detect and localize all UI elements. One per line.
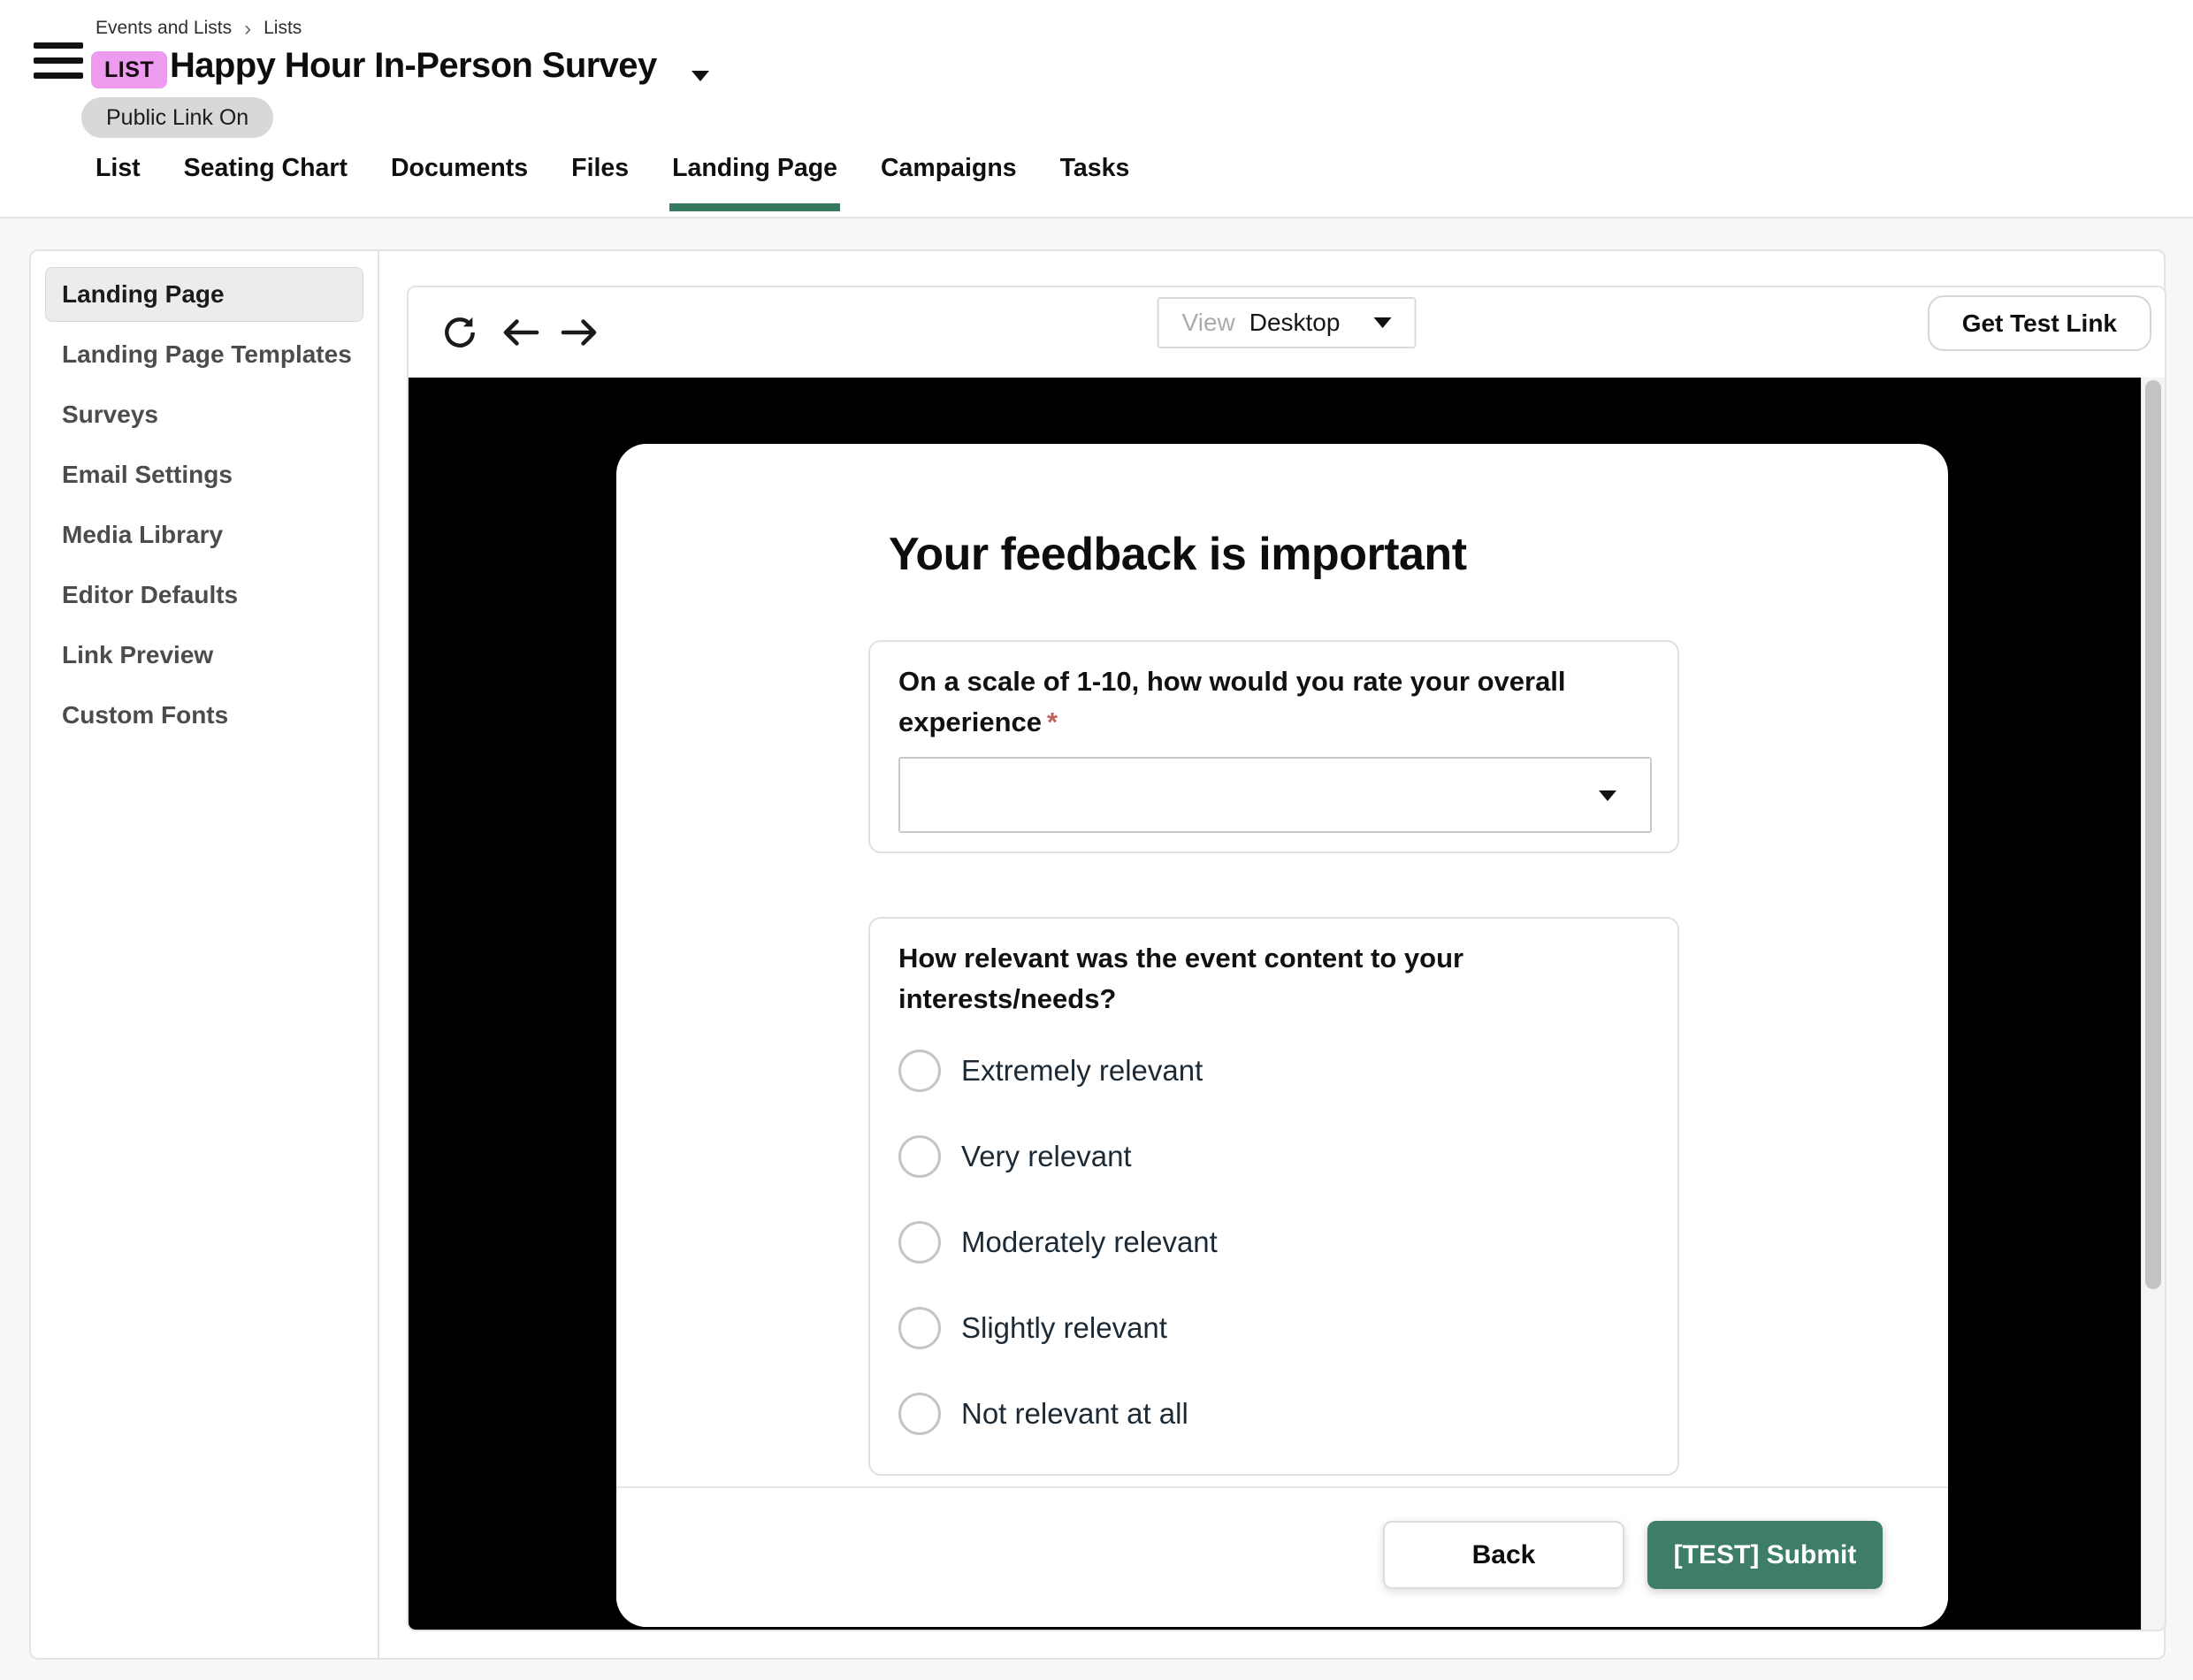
radio-circle-icon[interactable]: [898, 1135, 941, 1178]
question-relevance-title: How relevant was the event content to yo…: [898, 938, 1482, 1019]
sidebar-item-landing-page-templates[interactable]: Landing Page Templates: [45, 327, 363, 382]
landing-page-preview-panel: View Desktop Get Test Link Your feedback…: [407, 286, 2166, 1631]
public-link-status-pill[interactable]: Public Link On: [81, 97, 273, 138]
question-rating: On a scale of 1-10, how would you rate y…: [868, 640, 1679, 853]
sidebar-item-surveys[interactable]: Surveys: [45, 387, 363, 442]
tab-list[interactable]: List: [96, 152, 141, 184]
sidebar-item-media-library[interactable]: Media Library: [45, 508, 363, 562]
survey-card: Your feedback is important On a scale of…: [616, 444, 1948, 1627]
survey-heading: Your feedback is important: [889, 528, 1467, 581]
radio-circle-icon[interactable]: [898, 1050, 941, 1092]
sidebar-item-editor-defaults[interactable]: Editor Defaults: [45, 568, 363, 622]
radio-option-very-relevant[interactable]: Very relevant: [898, 1135, 1132, 1178]
tab-seating-chart[interactable]: Seating Chart: [184, 152, 348, 184]
app-page: Events and Lists › Lists LIST Happy Hour…: [0, 0, 2193, 1680]
radio-circle-icon[interactable]: [898, 1221, 941, 1264]
settings-sidebar: Landing Page Landing Page Templates Surv…: [31, 251, 379, 1658]
back-arrow-icon[interactable]: [499, 311, 541, 354]
get-test-link-button[interactable]: Get Test Link: [1928, 295, 2151, 351]
preview-scrollbar[interactable]: [2141, 378, 2165, 1630]
breadcrumb-separator-icon: ›: [244, 19, 251, 38]
breadcrumb-events-and-lists[interactable]: Events and Lists: [96, 18, 232, 39]
tab-files[interactable]: Files: [571, 152, 629, 184]
sidebar-item-custom-fonts[interactable]: Custom Fonts: [45, 688, 363, 743]
preview-toolbar: View Desktop Get Test Link: [409, 287, 2165, 378]
view-select-label: View: [1182, 309, 1235, 337]
radio-option-extremely-relevant[interactable]: Extremely relevant: [898, 1050, 1203, 1092]
header: Events and Lists › Lists LIST Happy Hour…: [0, 0, 2193, 218]
back-button[interactable]: Back: [1383, 1521, 1624, 1589]
main-panel: Landing Page Landing Page Templates Surv…: [29, 249, 2166, 1660]
tab-documents[interactable]: Documents: [391, 152, 528, 184]
sidebar-item-link-preview[interactable]: Link Preview: [45, 628, 363, 683]
radio-circle-icon[interactable]: [898, 1307, 941, 1349]
forward-arrow-icon[interactable]: [559, 311, 601, 354]
breadcrumb-lists[interactable]: Lists: [264, 18, 302, 39]
breadcrumb: Events and Lists › Lists: [96, 18, 302, 39]
list-type-badge: LIST: [91, 51, 167, 88]
hamburger-menu-icon[interactable]: [34, 42, 83, 80]
select-caret-icon: [1599, 790, 1616, 801]
rating-select[interactable]: [898, 757, 1652, 833]
title-dropdown-caret-icon[interactable]: [692, 71, 709, 81]
test-submit-button[interactable]: [TEST] Submit: [1647, 1521, 1883, 1589]
sidebar-item-email-settings[interactable]: Email Settings: [45, 447, 363, 502]
question-rating-title: On a scale of 1-10, how would you rate y…: [898, 661, 1615, 743]
survey-footer: Back [TEST] Submit: [616, 1486, 1948, 1627]
radio-option-slightly-relevant[interactable]: Slightly relevant: [898, 1307, 1167, 1349]
chevron-down-icon: [1373, 317, 1391, 328]
tab-tasks[interactable]: Tasks: [1060, 152, 1130, 184]
page-title: Happy Hour In-Person Survey: [170, 46, 657, 86]
question-relevance: How relevant was the event content to yo…: [868, 917, 1679, 1476]
preview-scrollbar-thumb[interactable]: [2145, 380, 2161, 1289]
radio-circle-icon[interactable]: [898, 1393, 941, 1435]
view-mode-select[interactable]: View Desktop: [1158, 297, 1417, 348]
main-tabs: List Seating Chart Documents Files Landi…: [96, 152, 1129, 184]
preview-canvas: Your feedback is important On a scale of…: [409, 378, 2141, 1630]
tab-campaigns[interactable]: Campaigns: [881, 152, 1017, 184]
refresh-icon[interactable]: [439, 311, 481, 354]
required-asterisk: *: [1047, 706, 1058, 737]
radio-option-moderately-relevant[interactable]: Moderately relevant: [898, 1221, 1218, 1264]
sidebar-item-landing-page[interactable]: Landing Page: [45, 267, 363, 322]
tab-landing-page[interactable]: Landing Page: [672, 152, 837, 184]
preview-viewport: Your feedback is important On a scale of…: [409, 378, 2165, 1630]
radio-option-not-relevant[interactable]: Not relevant at all: [898, 1393, 1188, 1435]
view-select-value: Desktop: [1249, 309, 1341, 337]
